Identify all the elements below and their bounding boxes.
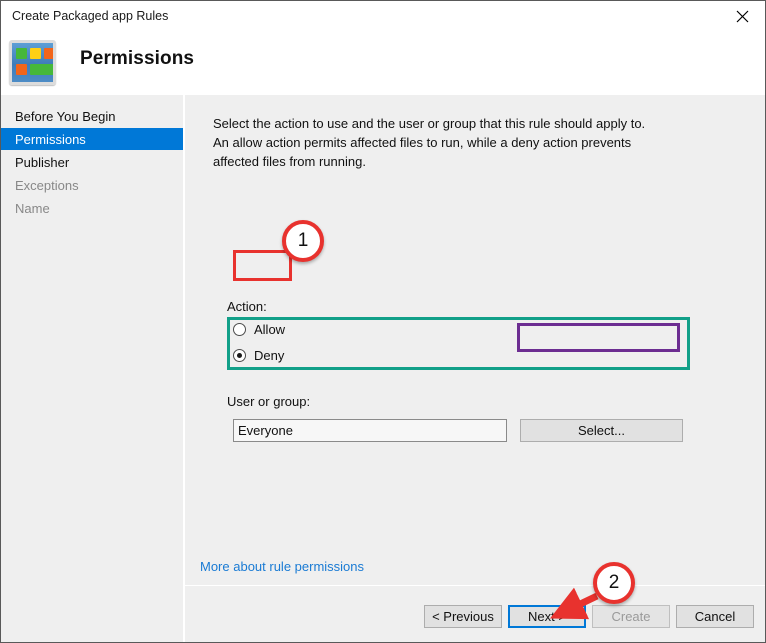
sidebar-item-label: Publisher — [15, 154, 70, 170]
wizard-step-list: Before You Begin Permissions Publisher E… — [1, 95, 183, 642]
sidebar-item-label: Before You Begin — [15, 108, 116, 124]
radio-allow-label: Allow — [254, 322, 286, 337]
title-bar: Create Packaged app Rules — [1, 1, 765, 33]
sidebar-item-before-you-begin[interactable]: Before You Begin — [1, 105, 183, 127]
more-about-rule-permissions-link[interactable]: More about rule permissions — [200, 559, 364, 574]
sidebar-item-exceptions: Exceptions — [1, 174, 183, 196]
footer-divider — [185, 585, 765, 586]
create-button: Create — [592, 605, 670, 628]
close-icon[interactable] — [719, 1, 765, 32]
description-text: Select the action to use and the user or… — [213, 116, 646, 169]
dialog-header: Permissions — [1, 33, 765, 94]
next-button[interactable]: Next > — [508, 605, 586, 628]
previous-button[interactable]: < Previous — [424, 605, 502, 628]
content-panel: Select the action to use and the user or… — [185, 95, 765, 642]
radio-deny[interactable]: Deny — [233, 348, 284, 363]
sidebar-item-label: Exceptions — [15, 177, 79, 193]
radio-deny-indicator — [233, 349, 246, 362]
sidebar-item-name: Name — [1, 197, 183, 219]
sidebar-item-permissions[interactable]: Permissions — [1, 128, 183, 150]
cancel-button[interactable]: Cancel — [676, 605, 754, 628]
page-title: Permissions — [80, 48, 195, 69]
user-or-group-input[interactable] — [233, 419, 507, 442]
sidebar-item-publisher[interactable]: Publisher — [1, 151, 183, 173]
user-or-group-label: User or group: — [227, 394, 311, 409]
radio-deny-label: Deny — [254, 348, 285, 363]
sidebar-item-label: Name — [15, 200, 50, 216]
select-button[interactable]: Select... — [520, 419, 683, 442]
sidebar-item-label: Permissions — [15, 131, 86, 147]
radio-allow[interactable]: Allow — [233, 322, 285, 337]
radio-allow-indicator — [233, 323, 246, 336]
action-label: Action: — [227, 299, 267, 314]
packaged-app-icon — [9, 40, 56, 85]
create-packaged-app-rules-window: Create Packaged app Rules Permissions Be… — [0, 0, 766, 643]
window-title: Create Packaged app Rules — [12, 9, 169, 23]
